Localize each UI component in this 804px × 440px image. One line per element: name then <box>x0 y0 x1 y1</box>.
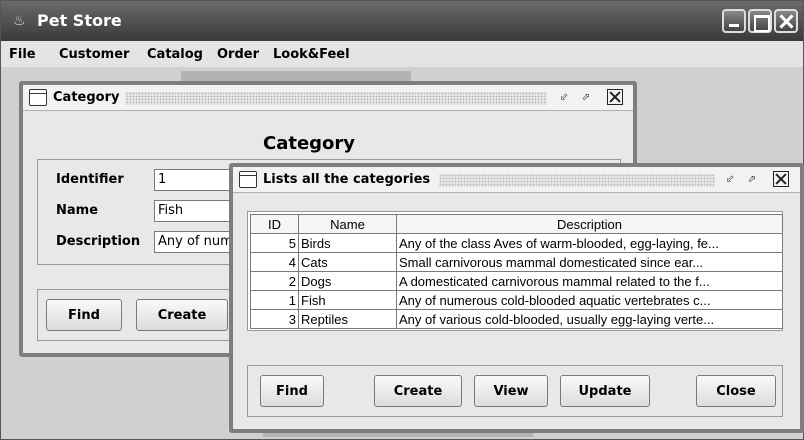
table-header-row: ID Name Description <box>250 214 783 234</box>
cell-description: Any of various cold-blooded, usually egg… <box>396 309 783 329</box>
table-row[interactable]: 4 Cats Small carnivorous mammal domestic… <box>250 252 783 272</box>
table-row[interactable]: 5 Birds Any of the class Aves of warm-bl… <box>250 233 783 253</box>
name-label: Name <box>56 203 99 218</box>
window-title: Pet Store <box>37 11 122 30</box>
table-row[interactable]: 2 Dogs A domesticated carnivorous mammal… <box>250 271 783 291</box>
category-frame-title-bar[interactable]: Category ⬃ ⬀ <box>23 85 633 111</box>
maximize-icon[interactable] <box>748 9 772 33</box>
cell-description: Any of numerous cold-blooded aquatic ver… <box>396 290 783 310</box>
title-bar-texture <box>439 174 715 187</box>
menu-bar: File Customer Catalog Order Look&Feel <box>1 41 803 67</box>
column-header-name[interactable]: Name <box>298 214 397 234</box>
menu-file[interactable]: File <box>9 47 36 62</box>
description-label: Description <box>56 234 141 249</box>
list-frame-title: Lists all the categories <box>263 172 437 187</box>
cell-id: 5 <box>250 233 299 253</box>
table-row[interactable]: 3 Reptiles Any of various cold-blooded, … <box>250 309 783 329</box>
category-heading: Category <box>263 133 356 154</box>
menu-order[interactable]: Order <box>217 47 259 62</box>
create-button[interactable]: Create <box>374 375 462 407</box>
create-button[interactable]: Create <box>136 299 228 331</box>
cell-id: 3 <box>250 309 299 329</box>
cell-description: A domesticated carnivorous mammal relate… <box>396 271 783 291</box>
frame-icon <box>29 89 47 106</box>
menu-look-and-feel[interactable]: Look&Feel <box>273 47 350 62</box>
cell-id: 4 <box>250 252 299 272</box>
app-window: ♨ Pet Store File Customer Catalog Order … <box>0 0 804 440</box>
categories-table: ID Name Description 5 Birds Any of the c… <box>250 214 783 329</box>
cell-id: 2 <box>250 271 299 291</box>
list-buttons-panel: Find Create View Update Close <box>247 365 783 417</box>
close-icon[interactable] <box>607 89 623 105</box>
cell-name: Fish <box>298 290 397 310</box>
cell-name: Birds <box>298 233 397 253</box>
find-button[interactable]: Find <box>46 299 122 331</box>
minimize-icon[interactable] <box>722 9 746 33</box>
categories-table-container: ID Name Description 5 Birds Any of the c… <box>247 211 783 331</box>
find-button[interactable]: Find <box>260 375 324 407</box>
view-button[interactable]: View <box>474 375 548 407</box>
update-button[interactable]: Update <box>560 375 650 407</box>
cell-name: Reptiles <box>298 309 397 329</box>
cell-name: Dogs <box>298 271 397 291</box>
menu-catalog[interactable]: Catalog <box>147 47 203 62</box>
cell-description: Any of the class Aves of warm-blooded, e… <box>396 233 783 253</box>
list-categories-frame: Lists all the categories ⬃ ⬀ ID Name Des… <box>229 163 804 433</box>
restore-icon[interactable]: ⬀ <box>745 173 759 187</box>
menu-customer[interactable]: Customer <box>59 47 129 62</box>
background-image <box>181 71 411 81</box>
cell-id: 1 <box>250 290 299 310</box>
cell-description: Small carnivorous mammal domesticated si… <box>396 252 783 272</box>
list-frame-title-bar[interactable]: Lists all the categories ⬃ ⬀ <box>233 167 800 193</box>
java-cup-icon: ♨ <box>13 13 26 29</box>
title-bar[interactable]: ♨ Pet Store <box>1 1 803 41</box>
close-button[interactable]: Close <box>696 375 776 407</box>
title-bar-texture <box>123 92 547 105</box>
identifier-label: Identifier <box>56 172 124 187</box>
close-icon[interactable] <box>774 9 798 33</box>
frame-icon <box>239 171 257 188</box>
close-icon[interactable] <box>773 171 789 187</box>
column-header-id[interactable]: ID <box>250 214 299 234</box>
category-frame-title: Category <box>53 90 126 105</box>
table-row[interactable]: 1 Fish Any of numerous cold-blooded aqua… <box>250 290 783 310</box>
iconify-icon[interactable]: ⬃ <box>723 173 737 187</box>
iconify-icon[interactable]: ⬃ <box>557 91 571 105</box>
column-header-description[interactable]: Description <box>396 214 783 234</box>
cell-name: Cats <box>298 252 397 272</box>
restore-icon[interactable]: ⬀ <box>579 91 593 105</box>
